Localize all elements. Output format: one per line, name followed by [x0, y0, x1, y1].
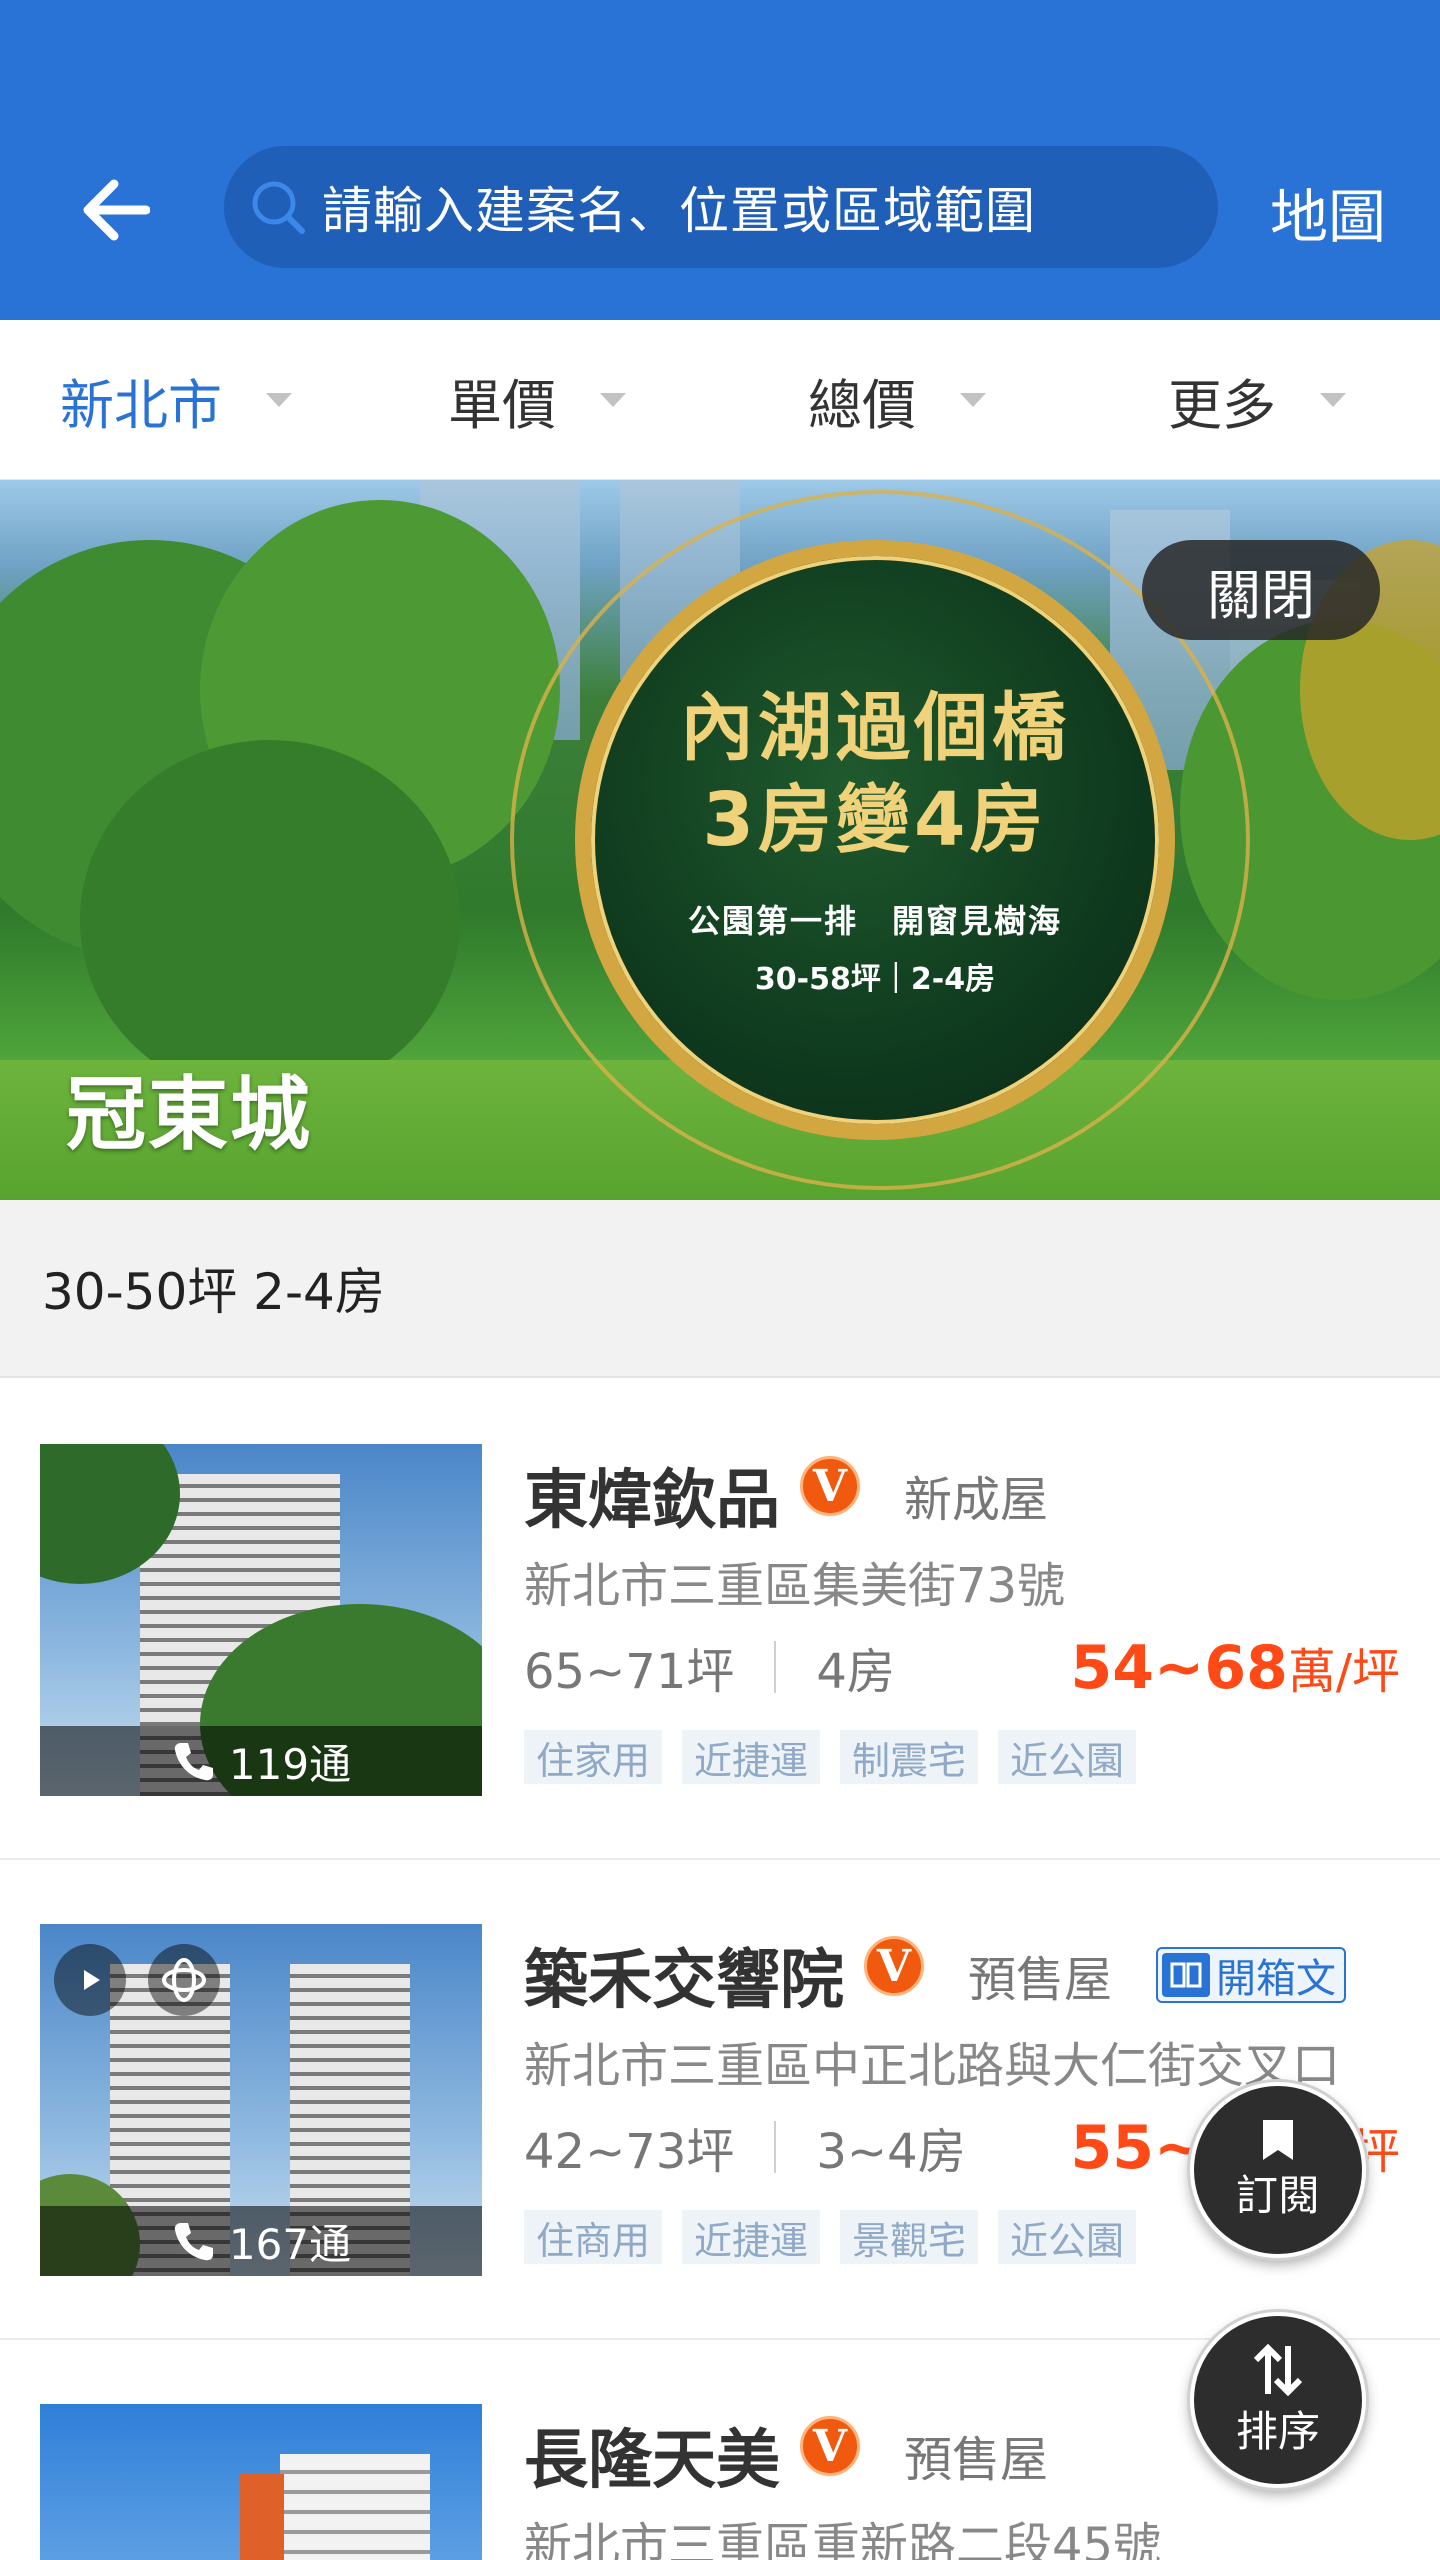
- photo-tower: [280, 2454, 430, 2560]
- feature-tag: 近捷運: [682, 2210, 821, 2264]
- filter-unit-price-label: 單價: [448, 373, 556, 437]
- filter-total-price[interactable]: 總價: [808, 320, 986, 480]
- play-icon: [84, 1970, 100, 1990]
- banner-headline-2: 3房變4房: [702, 777, 1048, 863]
- back-button[interactable]: [70, 170, 160, 250]
- divider: [774, 1641, 777, 1693]
- listing-name-row: 長隆天美 V 預售屋: [524, 2410, 1048, 2500]
- listing-photo[interactable]: [40, 2404, 482, 2560]
- caret-down-icon: [600, 393, 626, 407]
- price-unit: 萬/坪: [1287, 1644, 1400, 1700]
- sort-button[interactable]: 排序: [1190, 2312, 1366, 2488]
- listing-photo[interactable]: 119通: [40, 1444, 482, 1796]
- verified-badge-icon: V: [800, 1456, 860, 1516]
- feature-tag: 近公園: [998, 2210, 1137, 2264]
- search-placeholder: 請輸入建案名、位置或區域範圍: [322, 182, 1036, 240]
- listing-tags: 住商用 近捷運 景觀宅 近公園: [524, 2210, 1156, 2264]
- verified-badge-icon: V: [864, 1936, 924, 1996]
- subscribe-label: 訂閱: [1235, 2170, 1320, 2220]
- filter-total-price-label: 總價: [808, 373, 916, 437]
- filter-unit-price[interactable]: 單價: [448, 320, 626, 480]
- sort-arrows-icon: [1253, 2343, 1303, 2396]
- phone-icon: [174, 1743, 213, 1781]
- promo-text: 30-50坪 2-4房: [42, 1263, 385, 1321]
- listing-address: 新北市三重區中正北路與大仁街交叉口: [524, 2038, 1341, 2094]
- call-count: 119通: [228, 1739, 352, 1789]
- divider: [774, 2121, 777, 2173]
- call-count-bar: 119通: [40, 1726, 482, 1796]
- caret-down-icon: [1320, 393, 1346, 407]
- banner-tree: [80, 740, 460, 1100]
- vr-view-button[interactable]: [148, 1944, 220, 2016]
- app-header: 請輸入建案名、位置或區域範圍 地圖: [0, 0, 1440, 320]
- photo-tower: [240, 2474, 284, 2560]
- banner-subline-2: 30-58坪｜2-4房: [754, 962, 996, 997]
- property-type: 新成屋: [904, 1472, 1049, 1528]
- filter-more[interactable]: 更多: [1168, 320, 1346, 480]
- banner-medallion: 內湖過個橋 3房變4房 公園第一排 開窗見樹海 30-58坪｜2-4房: [575, 540, 1175, 1140]
- price-value: 54~68: [1070, 1633, 1288, 1703]
- listing-tags: 住家用 近捷運 制震宅 近公園: [524, 1730, 1156, 1784]
- feature-tag: 近公園: [998, 1730, 1137, 1784]
- listing-name-row: 東煒欽品 V 新成屋: [524, 1450, 1048, 1540]
- listing-size: 65~71坪: [524, 1644, 735, 1700]
- promo-strip[interactable]: 30-50坪 2-4房: [0, 1200, 1440, 1378]
- call-count-bar: 167通: [40, 2206, 482, 2276]
- listing-name: 長隆天美: [524, 2424, 780, 2498]
- filter-more-label: 更多: [1168, 373, 1276, 437]
- bookmark-icon: [1263, 2119, 1293, 2160]
- caret-down-icon: [266, 393, 292, 407]
- ad-banner[interactable]: 內湖過個橋 3房變4房 公園第一排 開窗見樹海 30-58坪｜2-4房 冠東城 …: [0, 480, 1440, 1200]
- listing-rooms: 4房: [816, 1644, 895, 1700]
- map-button[interactable]: 地圖: [1270, 170, 1386, 254]
- listing-rooms: 3~4房: [816, 2124, 966, 2180]
- feature-tag: 住商用: [524, 2210, 663, 2264]
- listing-photo[interactable]: 167通: [40, 1924, 482, 2276]
- search-input[interactable]: 請輸入建案名、位置或區域範圍: [224, 146, 1218, 268]
- listing-size: 42~73坪: [524, 2124, 735, 2180]
- review-article-label: 開箱文: [1216, 1956, 1337, 2002]
- video-play-button[interactable]: [54, 1944, 126, 2016]
- feature-tag: 近捷運: [682, 1730, 821, 1784]
- banner-subline-1: 公園第一排 開窗見樹海: [687, 902, 1062, 940]
- call-count: 167通: [228, 2219, 352, 2269]
- caret-down-icon: [960, 393, 986, 407]
- filter-city[interactable]: 新北市: [60, 320, 292, 480]
- feature-tag: 制震宅: [840, 1730, 979, 1784]
- listing-address: 新北市三重區集美街73號: [524, 1558, 1066, 1614]
- review-article-badge[interactable]: 開箱文: [1156, 1947, 1347, 2003]
- listing-info: 東煒欽品 V 新成屋 新北市三重區集美街73號 65~71坪 4房 54~68 …: [524, 1380, 1424, 1860]
- close-banner-button[interactable]: 關閉: [1142, 540, 1380, 640]
- search-icon: [252, 181, 305, 234]
- verified-badge-icon: V: [800, 2416, 860, 2476]
- phone-icon: [174, 2223, 213, 2261]
- property-type: 預售屋: [904, 2432, 1049, 2488]
- listing-price: 54~68 萬/坪: [1070, 1632, 1400, 1703]
- listing-name-row: 築禾交響院 V 預售屋 開箱文: [524, 1930, 1347, 2020]
- back-arrow-icon: [83, 179, 150, 241]
- sort-label: 排序: [1235, 2406, 1320, 2456]
- listing-name: 築禾交響院: [524, 1944, 844, 2018]
- book-icon: [1162, 1953, 1211, 1997]
- banner-headline-1: 內湖過個橋: [680, 685, 1070, 771]
- filter-bar: 新北市 單價 總價 更多: [0, 320, 1440, 480]
- subscribe-button[interactable]: 訂閱: [1190, 2082, 1366, 2258]
- vr-360-icon: [162, 1958, 206, 2002]
- feature-tag: 住家用: [524, 1730, 663, 1784]
- feature-tag: 景觀宅: [840, 2210, 979, 2264]
- listing-address: 新北市三重區重新路二段45號: [524, 2518, 1162, 2560]
- listing-name: 東煒欽品: [524, 1464, 780, 1538]
- filter-city-label: 新北市: [60, 373, 222, 437]
- banner-logo: 冠東城: [66, 1068, 312, 1161]
- listing-item[interactable]: 119通 東煒欽品 V 新成屋 新北市三重區集美街73號 65~71坪 4房 5…: [0, 1380, 1440, 1860]
- property-type: 預售屋: [968, 1952, 1113, 2008]
